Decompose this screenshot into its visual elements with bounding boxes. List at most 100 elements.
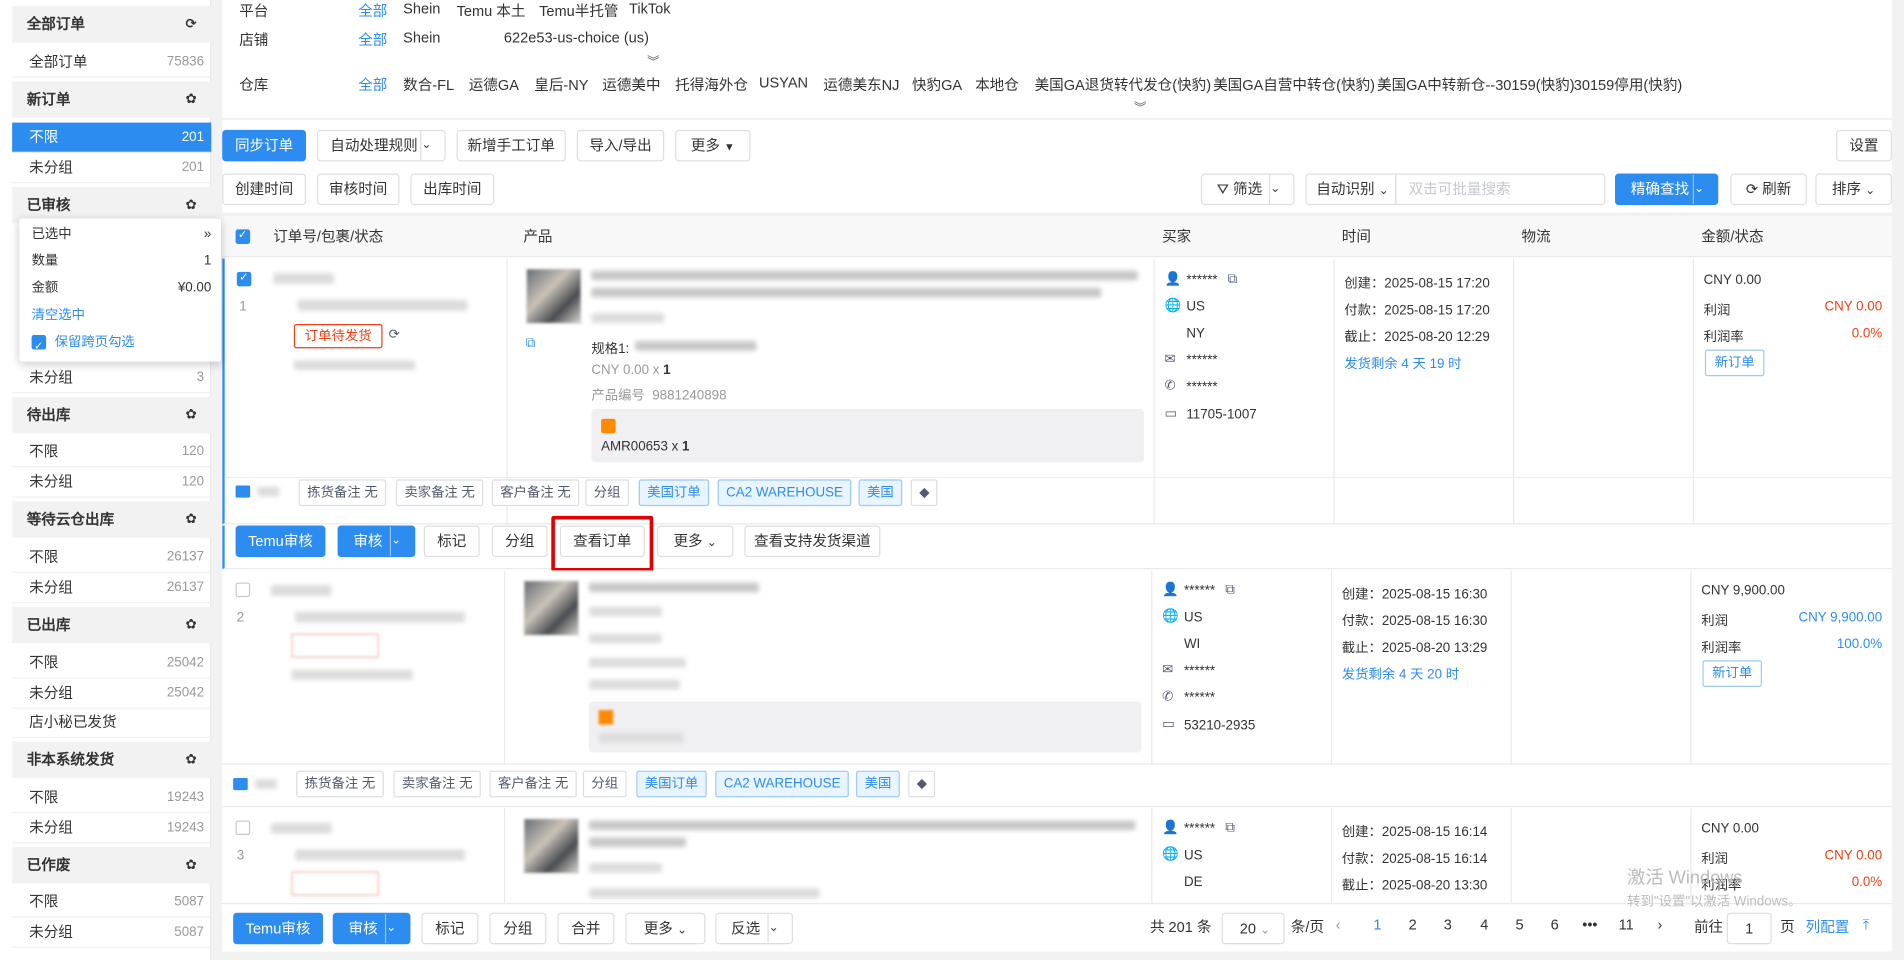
gear-icon[interactable]: ✿ <box>186 397 197 433</box>
footer-more-button[interactable]: 更多 ⌄ <box>625 912 706 945</box>
precise-search-button[interactable]: 精确查找 ⌄ <box>1615 173 1719 206</box>
gear-icon[interactable]: ✿ <box>186 607 197 643</box>
row-checkbox[interactable] <box>235 582 251 598</box>
group-tag[interactable]: 分组 <box>585 479 630 507</box>
store-shein[interactable]: Shein <box>403 29 440 46</box>
warehouse-option[interactable]: 运德GA <box>469 74 519 95</box>
auto-rules-button[interactable]: 自动处理规则 ⌄ <box>316 129 446 162</box>
back-to-top-icon[interactable]: ⤒ <box>1863 916 1869 934</box>
product-image[interactable] <box>525 268 582 325</box>
table-row[interactable]: 2 👤 ****** ⧉ 🌐 US WI ✉ ****** ✆ ****** ▭… <box>222 570 1892 765</box>
chevron-down-icon[interactable]: ⌄ <box>389 526 414 556</box>
page-6[interactable]: 6 <box>1551 916 1559 933</box>
external-link-icon[interactable]: ⧉ <box>526 336 536 352</box>
chevron-down-icon[interactable]: ⌄ <box>1692 174 1717 204</box>
tag-icon[interactable]: ◆ <box>910 479 939 507</box>
keep-selection-row[interactable]: 保留跨页勾选 <box>31 330 212 358</box>
section-shipped[interactable]: 已出库 ✿ <box>12 606 212 644</box>
section-pending-out[interactable]: 待出库 ✿ <box>12 396 212 434</box>
warehouse-option[interactable]: 本地仓 <box>975 74 1019 95</box>
refresh-button[interactable]: ⟳ 刷新 <box>1730 173 1807 206</box>
gear-icon[interactable]: ✿ <box>186 81 197 117</box>
sidebar-item-pending-unlimited[interactable]: 不限 120 <box>12 437 212 468</box>
sidebar-item-external-unlimited[interactable]: 不限 19243 <box>12 783 212 814</box>
sidebar-item-reviewed-ungrouped[interactable]: 未分组 3 <box>12 363 212 394</box>
sidebar-item-external-ungrouped[interactable]: 未分组 19243 <box>12 813 212 844</box>
chevron-down-icon[interactable]: ⌄ <box>384 913 409 944</box>
warehouse-option[interactable]: 美国GA中转新仓--30159(快豹) <box>1377 74 1575 95</box>
more-button[interactable]: 更多 ▼ <box>675 129 751 162</box>
store-temu-us[interactable]: 622e53-us-choice (us) <box>504 29 649 46</box>
chevron-down-icon[interactable]: ⌄ <box>420 131 444 161</box>
sidebar-item-shipped-unlimited[interactable]: 不限 25042 <box>12 648 212 679</box>
sidebar-item-cloud-ungrouped[interactable]: 未分组 26137 <box>12 573 212 604</box>
section-external-ship[interactable]: 非本系统发货 ✿ <box>12 741 212 778</box>
expand-chevron-icon[interactable]: ︾ <box>647 51 659 69</box>
page-4[interactable]: 4 <box>1480 916 1488 933</box>
footer-merge-button[interactable]: 合并 <box>557 912 615 945</box>
customer-note-tag[interactable]: 客户备注 无 <box>491 479 580 507</box>
platform-all[interactable]: 全部 <box>358 0 387 21</box>
clear-selection-link[interactable]: 清空选中 <box>32 303 212 327</box>
sidebar-item-cloud-unlimited[interactable]: 不限 26137 <box>12 543 212 573</box>
section-voided[interactable]: 已作废 ✿ <box>12 847 212 884</box>
more-actions-button[interactable]: 更多 ⌄ <box>656 525 734 558</box>
product-image[interactable] <box>523 580 580 636</box>
page-3[interactable]: 3 <box>1444 916 1452 933</box>
warehouse-option[interactable]: 数合-FL <box>403 74 454 95</box>
row-checkbox[interactable] <box>235 820 251 836</box>
page-11[interactable]: 11 <box>1619 916 1634 933</box>
seller-note-tag[interactable]: 卖家备注 无 <box>395 479 484 507</box>
new-manual-order-button[interactable]: 新增手工订单 <box>456 129 566 162</box>
gear-icon[interactable]: ✿ <box>186 501 197 537</box>
warehouse-all[interactable]: 全部 <box>358 74 387 95</box>
double-chevron-right-icon[interactable]: » <box>204 222 211 246</box>
out-time-button[interactable]: 出库时间 <box>410 173 495 206</box>
sidebar-item-new-unlimited[interactable]: 不限 201 <box>12 122 212 153</box>
sidebar-item-new-ungrouped[interactable]: 未分组 201 <box>12 153 212 184</box>
warehouse-option[interactable]: 运德美东NJ <box>823 74 899 95</box>
page-5[interactable]: 5 <box>1515 916 1523 933</box>
settings-button[interactable]: 设置 <box>1836 129 1892 162</box>
sidebar-item-voided-unlimited[interactable]: 不限 5087 <box>12 887 212 918</box>
prev-page-icon[interactable]: ‹ <box>1336 916 1341 933</box>
gear-icon[interactable]: ✿ <box>186 742 197 778</box>
platform-temu-semi[interactable]: Temu半托管 <box>539 0 618 21</box>
copy-icon[interactable]: ⧉ <box>1225 820 1235 836</box>
sidebar-item-pending-ungrouped[interactable]: 未分组 120 <box>12 467 212 498</box>
section-all-orders[interactable]: 全部订单 ⟳ <box>12 6 212 43</box>
copy-icon[interactable]: ⧉ <box>1228 272 1238 288</box>
pick-note-tag[interactable]: 拣货备注 无 <box>296 770 384 798</box>
sidebar-item-all-orders[interactable]: 全部订单 75836 <box>12 47 212 78</box>
view-channels-button[interactable]: 查看支持发货渠道 <box>744 525 881 558</box>
copy-icon[interactable]: ⧉ <box>1225 583 1235 599</box>
warehouse-option[interactable]: 托得海外仓 <box>675 74 748 95</box>
auto-detect-select[interactable]: 自动识别 ⌄ <box>1305 173 1397 206</box>
page-size-select[interactable]: 20 ⌄ <box>1221 912 1285 945</box>
sidebar-item-voided-ungrouped[interactable]: 未分组 5087 <box>12 918 212 948</box>
sidebar-item-shipped-dxm[interactable]: 店小秘已发货 <box>12 708 212 738</box>
section-new-orders[interactable]: 新订单 ✿ <box>12 81 212 118</box>
keep-selection-checkbox[interactable] <box>31 334 47 358</box>
expand-chevron-icon[interactable]: ︾ <box>1134 97 1146 115</box>
row-checkbox[interactable] <box>236 271 252 287</box>
gear-icon[interactable]: ✿ <box>186 847 197 883</box>
sync-orders-button[interactable]: 同步订单 <box>222 129 307 162</box>
platform-shein[interactable]: Shein <box>403 0 440 17</box>
seller-note-tag[interactable]: 卖家备注 无 <box>393 770 481 798</box>
page-2[interactable]: 2 <box>1409 916 1417 933</box>
pick-note-tag[interactable]: 拣货备注 无 <box>298 479 387 507</box>
section-cloud-out[interactable]: 等待云仓出库 ✿ <box>12 501 212 538</box>
group-button[interactable]: 分组 <box>491 525 548 558</box>
refresh-icon[interactable]: ⟳ <box>186 6 197 42</box>
platform-tiktok[interactable]: TikTok <box>629 0 671 17</box>
footer-group-button[interactable]: 分组 <box>489 912 547 945</box>
warehouse-option[interactable]: USYAN <box>759 74 808 91</box>
chevron-down-icon[interactable]: ⌄ <box>767 913 791 944</box>
chevron-down-icon[interactable]: ⌄ <box>1268 174 1293 204</box>
table-row[interactable]: 1 订单待发货 ⟳ ⧉ 规格1: CNY 0.00 x 1 产品编号 98812… <box>222 258 1892 525</box>
footer-temu-review-button[interactable]: Temu审核 <box>233 912 324 945</box>
sidebar-item-shipped-ungrouped[interactable]: 未分组 25042 <box>12 678 212 709</box>
create-time-button[interactable]: 创建时间 <box>222 173 307 206</box>
sort-button[interactable]: 排序 ⌄ <box>1815 173 1892 206</box>
